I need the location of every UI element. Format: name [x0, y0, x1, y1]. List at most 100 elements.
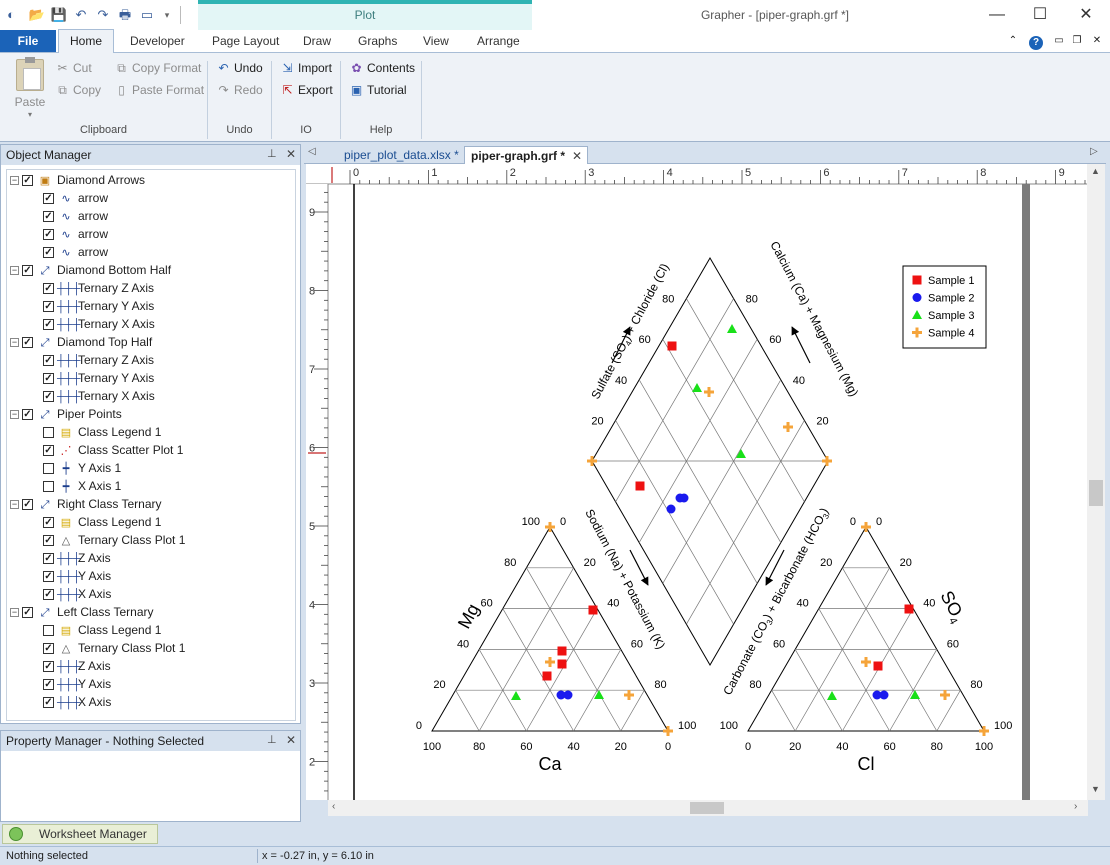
- scroll-down-icon[interactable]: ▼: [1091, 784, 1100, 794]
- piper-diagram[interactable]: 0123456789 98765432 100 80 60 40 20 002040608…: [306, 164, 1098, 800]
- mdi-minimize-icon[interactable]: ▭: [1052, 30, 1066, 52]
- visibility-checkbox[interactable]: ✓: [43, 247, 54, 259]
- save-icon[interactable]: 💾: [50, 6, 68, 24]
- horizontal-scroll-thumb[interactable]: [690, 802, 724, 814]
- tab-scroll-left-icon[interactable]: ◁: [308, 146, 316, 157]
- visibility-checkbox[interactable]: ✓: [43, 553, 54, 565]
- tab-developer[interactable]: Developer: [130, 34, 185, 48]
- close-panel-icon[interactable]: ✕: [286, 147, 296, 161]
- visibility-checkbox[interactable]: ✓: [43, 661, 54, 673]
- tree-item[interactable]: ✓ △ Ternary Class Plot 1: [43, 531, 185, 549]
- tree-item[interactable]: ✓ △ Ternary Class Plot 1: [43, 639, 185, 657]
- visibility-checkbox[interactable]: ✓: [43, 391, 54, 403]
- visibility-checkbox[interactable]: ✓: [43, 445, 54, 457]
- tree-item[interactable]: ✓ ⋰ Class Scatter Plot 1: [43, 441, 183, 459]
- collapse-icon[interactable]: −: [10, 338, 19, 348]
- vertical-scroll-thumb[interactable]: [1089, 480, 1103, 506]
- visibility-checkbox[interactable]: ✓: [43, 283, 54, 295]
- visibility-checkbox[interactable]: ✓: [43, 643, 54, 655]
- mdi-close-icon[interactable]: ✕: [1090, 30, 1104, 52]
- tree-item[interactable]: ✓ ∿ arrow: [43, 207, 108, 225]
- tree-item[interactable]: ✓ ▤ Class Legend 1: [43, 513, 161, 531]
- visibility-checkbox[interactable]: ✓: [43, 301, 54, 313]
- maximize-icon[interactable]: ☐: [1027, 4, 1053, 26]
- plot-canvas[interactable]: 0123456789 98765432 100 80 60 40 20 0 0 20 40 60 8…: [306, 164, 1098, 800]
- redo-qat-icon[interactable]: ↷: [94, 6, 112, 24]
- tree-group-item[interactable]: − ✓ ⤢ Piper Points: [10, 405, 122, 423]
- tab-draw[interactable]: Draw: [303, 34, 331, 48]
- tab-page-layout[interactable]: Page Layout: [212, 34, 279, 48]
- tree-item[interactable]: ✓ ∿ arrow: [43, 189, 108, 207]
- visibility-checkbox[interactable]: ✓: [43, 193, 54, 205]
- visibility-checkbox[interactable]: ✓: [22, 499, 33, 511]
- tree-item[interactable]: ✓ ┼┼┼Y Axis: [43, 567, 111, 585]
- tab-view[interactable]: View: [423, 34, 449, 48]
- visibility-checkbox[interactable]: ✓: [22, 265, 33, 277]
- collapse-icon[interactable]: −: [10, 410, 19, 420]
- visibility-checkbox[interactable]: ✓: [43, 319, 54, 331]
- paste-button[interactable]: Paste ▾: [12, 57, 48, 119]
- collapse-icon[interactable]: −: [10, 266, 19, 276]
- tree-item[interactable]: ┿ X Axis 1: [43, 477, 121, 495]
- collapse-icon[interactable]: −: [10, 500, 19, 510]
- export-button[interactable]: ⇱ Export: [280, 81, 332, 99]
- tree-group-item[interactable]: − ✓ ⤢ Right Class Ternary: [10, 495, 161, 513]
- visibility-checkbox[interactable]: ✓: [43, 211, 54, 223]
- vertical-scrollbar[interactable]: ▲ ▼: [1087, 164, 1105, 800]
- visibility-checkbox[interactable]: ✓: [43, 571, 54, 583]
- visibility-checkbox[interactable]: ✓: [22, 337, 33, 349]
- tree-item[interactable]: ✓ ∿ arrow: [43, 243, 108, 261]
- tab-file[interactable]: File: [0, 30, 56, 52]
- tree-item[interactable]: ✓ ┼┼┼Ternary X Axis: [43, 387, 155, 405]
- visibility-checkbox[interactable]: [43, 427, 54, 439]
- open-icon[interactable]: 📂: [28, 6, 46, 24]
- visibility-checkbox[interactable]: ✓: [43, 589, 54, 601]
- tree-item[interactable]: ✓ ┼┼┼Ternary Y Axis: [43, 297, 154, 315]
- scroll-left-icon[interactable]: ‹: [332, 801, 335, 812]
- visibility-checkbox[interactable]: [43, 625, 54, 637]
- visibility-checkbox[interactable]: ✓: [43, 517, 54, 529]
- tab-graphs[interactable]: Graphs: [358, 34, 397, 48]
- tab-home[interactable]: Home: [58, 29, 114, 53]
- class-legend[interactable]: Sample 1 Sample 2 Sample 3 Sample 4: [902, 265, 987, 349]
- app-logo-icon[interactable]: ◐: [2, 6, 20, 24]
- copy-format-button[interactable]: ⧉ Copy Format: [114, 59, 201, 77]
- visibility-checkbox[interactable]: ✓: [22, 409, 33, 421]
- tree-group-item[interactable]: − ✓ ⤢ Diamond Bottom Half: [10, 261, 171, 279]
- tree-item[interactable]: ✓ ┼┼┼Y Axis: [43, 675, 111, 693]
- close-window-icon[interactable]: ✕: [1073, 4, 1099, 26]
- tree-item[interactable]: ✓ ┼┼┼Ternary Z Axis: [43, 351, 154, 369]
- collapse-icon[interactable]: −: [10, 176, 19, 186]
- doc-tab-worksheet[interactable]: piper_plot_data.xlsx *: [338, 146, 465, 164]
- paste-format-button[interactable]: ▯ Paste Format: [114, 81, 204, 99]
- pin-icon[interactable]: ⊥: [267, 147, 277, 160]
- tab-scroll-right-icon[interactable]: ▷: [1090, 146, 1098, 157]
- redo-button[interactable]: ↷ Redo: [216, 81, 262, 99]
- tab-arrange[interactable]: Arrange: [477, 34, 520, 48]
- worksheet-manager-tab[interactable]: Worksheet Manager: [2, 824, 158, 844]
- contents-button[interactable]: ✿ Contents: [349, 59, 415, 77]
- import-button[interactable]: ⇲ Import: [280, 59, 332, 77]
- tree-item[interactable]: ┿ Y Axis 1: [43, 459, 121, 477]
- visibility-checkbox[interactable]: ✓: [43, 229, 54, 241]
- close-panel-icon[interactable]: ✕: [286, 733, 296, 747]
- visibility-checkbox[interactable]: ✓: [43, 679, 54, 691]
- tree-item[interactable]: ✓ ┼┼┼X Axis: [43, 585, 111, 603]
- visibility-checkbox[interactable]: [43, 463, 54, 475]
- context-tab-plot[interactable]: Plot: [198, 0, 532, 30]
- minimize-icon[interactable]: —: [984, 4, 1010, 26]
- tree-group-item[interactable]: − ✓ ▣ Diamond Arrows: [10, 171, 145, 189]
- tree-group-item[interactable]: − ✓ ⤢ Left Class Ternary: [10, 603, 154, 621]
- collapse-ribbon-icon[interactable]: ⌃: [1006, 30, 1020, 52]
- tree-item[interactable]: ✓ ┼┼┼Ternary X Axis: [43, 315, 155, 333]
- help-icon[interactable]: ?: [1028, 30, 1044, 52]
- cut-button[interactable]: ✂ Cut: [55, 59, 91, 77]
- visibility-checkbox[interactable]: ✓: [43, 697, 54, 709]
- scroll-up-icon[interactable]: ▲: [1091, 166, 1100, 176]
- visibility-checkbox[interactable]: ✓: [22, 175, 33, 187]
- close-tab-icon[interactable]: ✕: [572, 147, 582, 165]
- undo-button[interactable]: ↶ Undo: [216, 59, 262, 77]
- tree-item[interactable]: ✓ ┼┼┼Ternary Z Axis: [43, 279, 154, 297]
- tree-item[interactable]: ✓ ┼┼┼X Axis: [43, 693, 111, 711]
- tutorial-button[interactable]: ▣ Tutorial: [349, 81, 407, 99]
